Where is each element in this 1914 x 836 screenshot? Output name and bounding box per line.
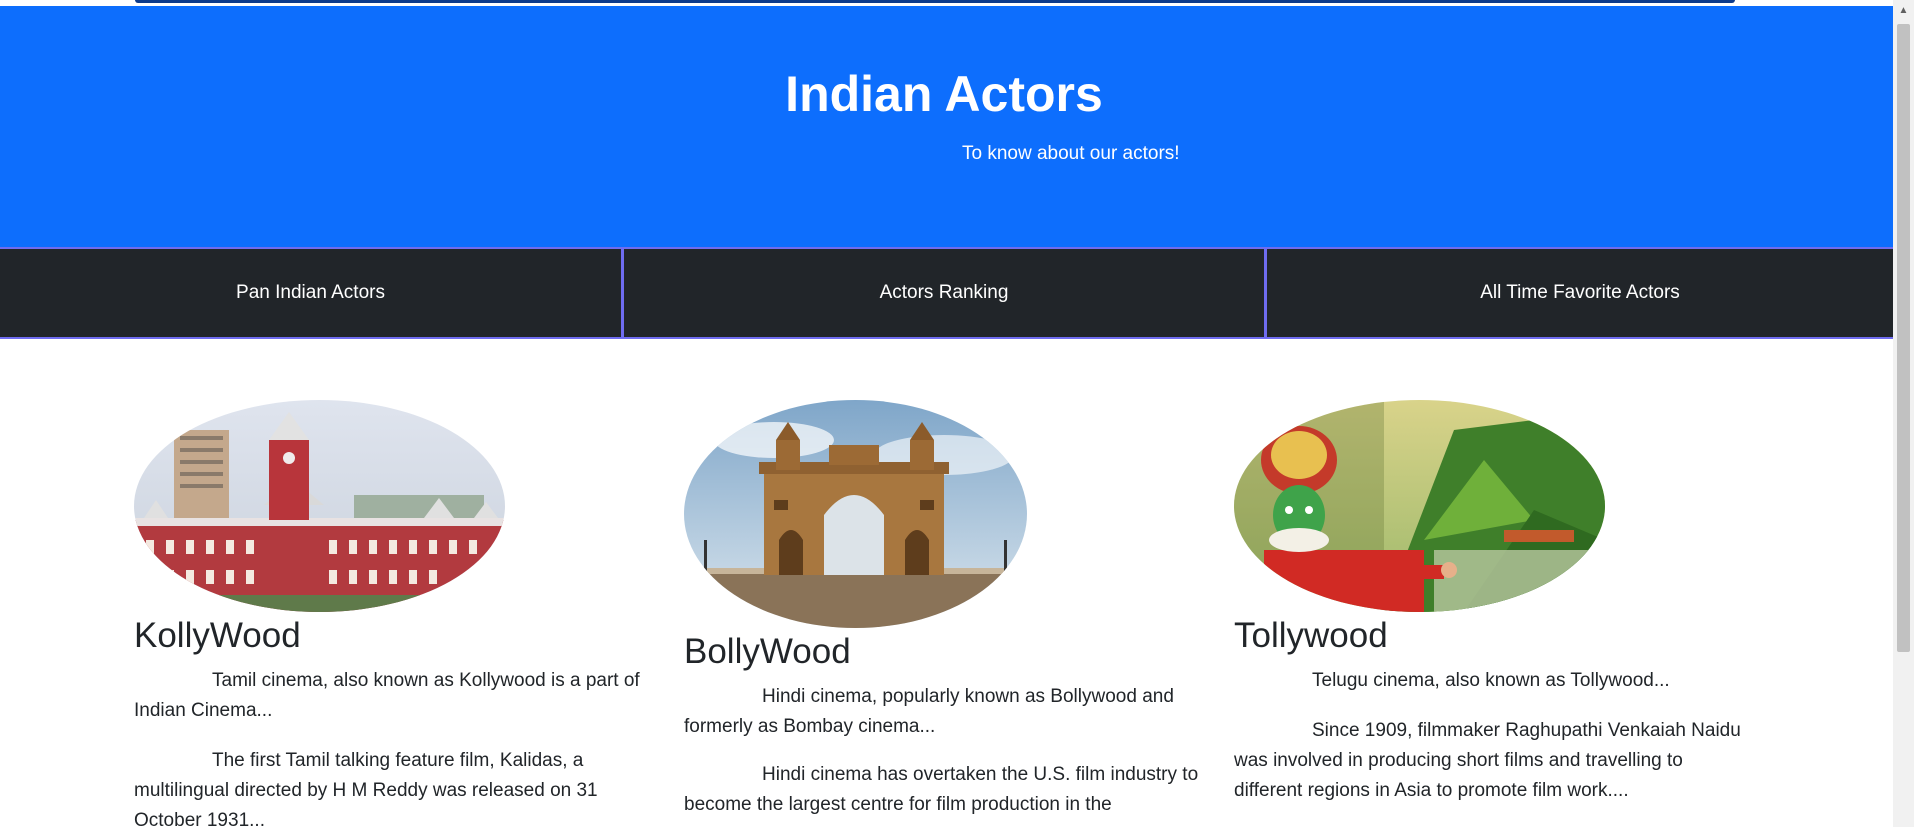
card-tollywood: Tollywood Telugu cinema, also known as T…: [1234, 400, 1754, 827]
hero-header: Indian Actors To know about our actors!: [0, 6, 1893, 247]
nav-item-all-time-favorite-actors[interactable]: All Time Favorite Actors: [1267, 249, 1893, 337]
nav-item-pan-indian-actors[interactable]: Pan Indian Actors: [0, 249, 624, 337]
vertical-scrollbar[interactable]: ▲: [1893, 0, 1914, 827]
nav-item-actors-ranking[interactable]: Actors Ranking: [624, 249, 1267, 337]
card-paragraph: Telugu cinema, also known as Tollywood..…: [1312, 670, 1670, 691]
chennai-central-station-image: [134, 400, 505, 612]
scroll-up-arrow-icon[interactable]: ▲: [1893, 0, 1914, 20]
top-bar-edge: [135, 0, 1735, 3]
card-paragraph: Tamil cinema, also known as Kollywood is…: [134, 670, 640, 721]
main-nav: Pan Indian Actors Actors Ranking All Tim…: [0, 247, 1893, 339]
kathakali-dancer-image: [1234, 400, 1605, 612]
card-paragraph: Hindi cinema has overtaken the U.S. film…: [684, 764, 1199, 815]
card-heading: Tollywood: [1234, 616, 1388, 655]
card-paragraph: Hindi cinema, popularly known as Bollywo…: [684, 686, 1174, 737]
scrollbar-thumb[interactable]: [1897, 24, 1910, 652]
card-heading: BollyWood: [684, 632, 851, 671]
card-heading: KollyWood: [134, 616, 301, 655]
card-paragraph: Since 1909, filmmaker Raghupathi Venkaia…: [1234, 720, 1741, 801]
gateway-of-india-image: [684, 400, 1027, 628]
card-bollywood: BollyWood Hindi cinema, popularly known …: [684, 400, 1204, 827]
card-paragraph: The first Tamil talking feature film, Ka…: [134, 750, 598, 831]
page-subtitle: To know about our actors!: [962, 143, 1180, 164]
card-kollywood: KollyWood Tamil cinema, also known as Ko…: [134, 400, 644, 831]
page-title: Indian Actors: [785, 66, 1103, 122]
